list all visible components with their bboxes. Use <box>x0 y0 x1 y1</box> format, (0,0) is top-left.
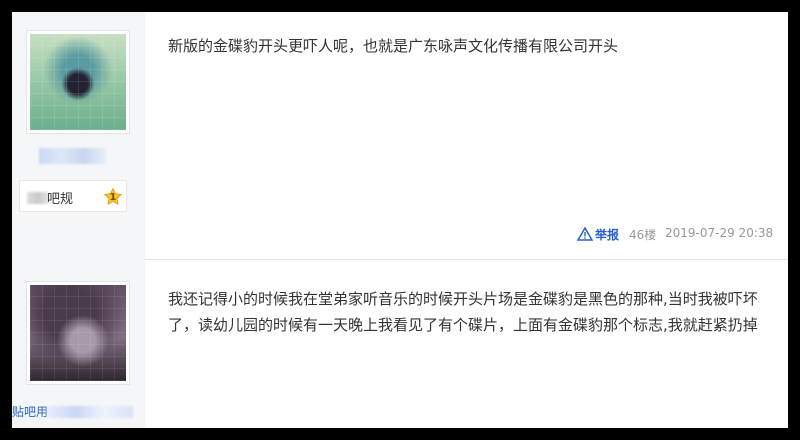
post-content: 我还记得小的时候我在堂弟家听音乐的时候开头片场是金碟豹是黑色的那种,当时我被吓坏… <box>168 290 758 334</box>
report-label[interactable]: 举报 <box>595 226 619 243</box>
level-number: 1 <box>109 192 117 203</box>
avatar[interactable] <box>30 285 126 381</box>
username[interactable] <box>39 148 106 164</box>
timestamp: 2019-07-29 20:38 <box>665 226 774 240</box>
rank-title: 吧规 <box>47 192 74 207</box>
post-divider <box>145 259 788 260</box>
forum-thread: 吧规 1 新版的金碟豹开头更吓人呢，也就是广东咏声文化传播有限公司开头 举报 4… <box>12 12 788 428</box>
warning-icon <box>577 227 593 241</box>
rank-badge: 吧规 1 <box>19 180 127 212</box>
avatar-frame[interactable] <box>26 281 130 385</box>
rank-prefix <box>27 192 49 204</box>
floor-number: 46楼 <box>629 228 657 242</box>
username[interactable]: 贴吧用 <box>12 403 142 421</box>
avatar-frame[interactable] <box>26 30 130 134</box>
avatar[interactable] <box>30 34 126 130</box>
post-content: 新版的金碟豹开头更吓人呢，也就是广东咏声文化传播有限公司开头 <box>168 37 619 55</box>
username-prefix[interactable]: 贴吧用 <box>12 403 48 420</box>
username-blur <box>47 406 133 418</box>
